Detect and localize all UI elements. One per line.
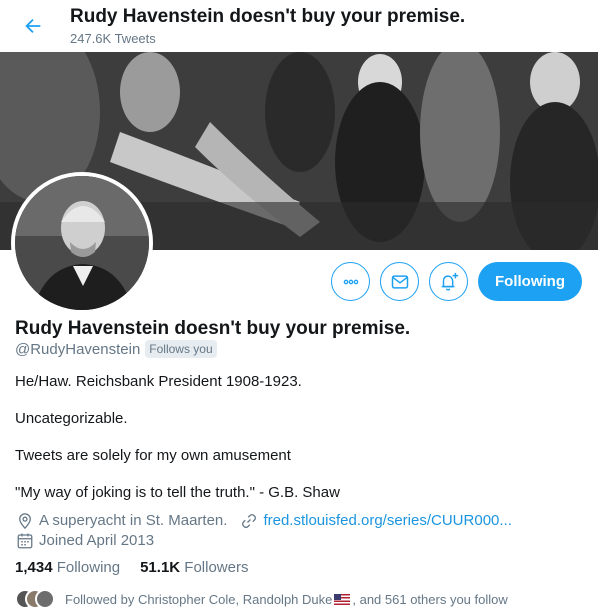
tweet-count: 247.6K Tweets xyxy=(70,31,156,46)
profile-joined-date: Joined April 2013 xyxy=(39,532,155,549)
profile-website-link[interactable]: fred.stlouisfed.org/series/CUUR000... xyxy=(263,512,511,529)
followed-by-names: Followed by Christopher Cole, Randolph D… xyxy=(65,591,333,607)
followers-label: Followers xyxy=(184,559,249,576)
followed-by-avatars xyxy=(15,589,55,609)
profile-location: A superyacht in St. Maarten. xyxy=(39,512,228,529)
profile-name: Rudy Havenstein doesn't buy your premise… xyxy=(15,318,411,339)
bio-line: "My way of joking is to tell the truth."… xyxy=(15,484,340,501)
followers-count: 51.1K xyxy=(140,559,181,576)
notifications-button[interactable] xyxy=(429,262,469,301)
avatar-photo xyxy=(15,176,149,310)
profile-avatar[interactable] xyxy=(11,172,153,314)
ellipsis-icon xyxy=(343,279,358,284)
following-button[interactable]: Following xyxy=(478,262,582,301)
handle-row: @RudyHavenstein Follows you xyxy=(15,340,217,358)
bio-line: Uncategorizable. xyxy=(15,410,128,427)
calendar-icon xyxy=(15,531,34,550)
profile-actions: Following xyxy=(331,262,582,301)
followed-by-others: , and 561 others you follow xyxy=(352,591,508,607)
back-button[interactable] xyxy=(18,11,48,41)
us-flag-icon xyxy=(334,593,351,605)
bio-line: Tweets are solely for my own amusement xyxy=(15,447,291,464)
profile-stats: 1,434 Following 51.1K Followers xyxy=(15,559,248,576)
profile-joined-row: Joined April 2013 xyxy=(15,531,154,550)
header-title: Rudy Havenstein doesn't buy your premise… xyxy=(70,6,466,27)
following-stat[interactable]: 1,434 Following xyxy=(15,559,120,576)
mini-avatar xyxy=(35,589,55,609)
more-button[interactable] xyxy=(331,262,371,301)
top-bar: Rudy Havenstein doesn't buy your premise… xyxy=(0,0,598,52)
follows-you-badge: Follows you xyxy=(145,340,217,358)
following-count: 1,434 xyxy=(15,559,53,576)
location-pin-icon xyxy=(15,511,34,530)
following-label: Following xyxy=(56,559,121,576)
envelope-icon xyxy=(391,274,408,289)
arrow-left-icon xyxy=(25,18,41,34)
profile-handle: @RudyHavenstein xyxy=(15,340,141,358)
link-icon xyxy=(239,511,258,530)
bio-line: He/Haw. Reichsbank President 1908-1923. xyxy=(15,373,302,390)
followers-stat[interactable]: 51.1K Followers xyxy=(140,559,248,576)
profile-bio: He/Haw. Reichsbank President 1908-1923. … xyxy=(15,372,340,520)
profile-meta-row: A superyacht in St. Maarten. fred.stloui… xyxy=(15,511,512,530)
message-button[interactable] xyxy=(380,262,420,301)
bell-plus-icon xyxy=(441,272,458,291)
followed-by-row[interactable]: Followed by Christopher Cole, Randolph D… xyxy=(15,589,508,609)
